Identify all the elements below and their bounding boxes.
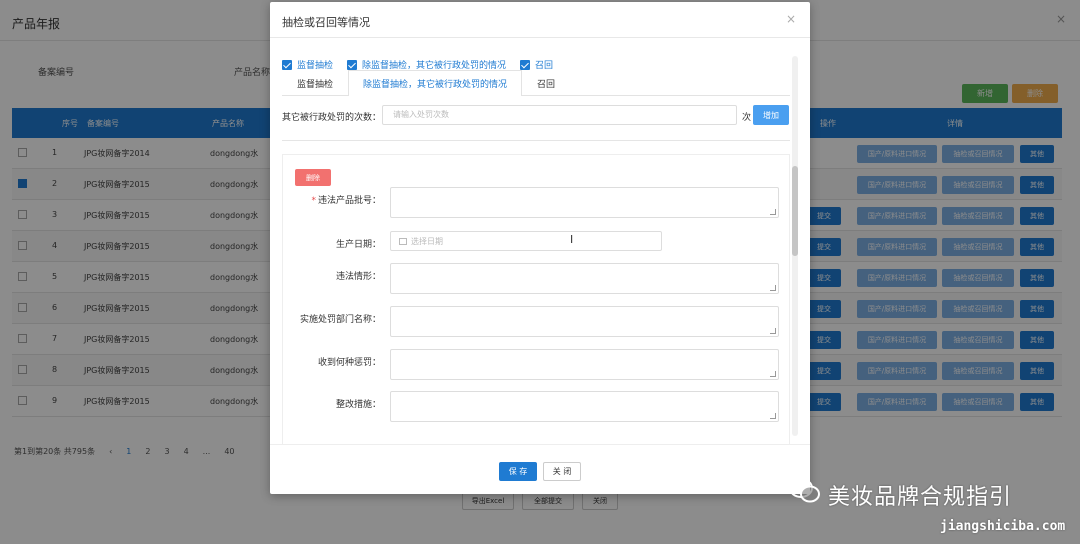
close-button[interactable]: 关 闭 (543, 462, 581, 481)
penalty-times-unit: 次 (742, 113, 752, 123)
measures-textarea[interactable] (390, 391, 779, 422)
add-record-button[interactable]: 增加 (753, 105, 789, 125)
divider (282, 140, 790, 141)
date-placeholder: 选择日期 (411, 236, 443, 246)
situation-textarea[interactable] (390, 263, 779, 294)
tab-penalty[interactable]: 除监督抽检，其它被行政处罚的情况 (348, 70, 523, 96)
delete-record-button[interactable]: 删除 (295, 169, 331, 186)
penalty-textarea[interactable] (390, 349, 779, 380)
wechat-logo-icon (789, 478, 820, 503)
dept-textarea[interactable] (390, 306, 779, 337)
checkbox-icon[interactable] (282, 59, 292, 70)
penalty-times-input[interactable]: 请输入处罚次数 (382, 105, 737, 125)
situation-label: 违法情形： (335, 272, 381, 282)
penalty-record: 删除 * 违法产品批号： 生产日期： 选择日期 I 违法情形： 实施处罚部门名称： (282, 154, 790, 444)
date-label: 生产日期： (335, 240, 381, 250)
checkbox-icon[interactable] (520, 59, 531, 70)
penalty-times-row: 其它被行政处罚的次数： 请输入处罚次数 次 增加 (282, 105, 790, 125)
watermark-text: 美妆品牌合规指引 (828, 485, 1013, 510)
measures-label: 整改措施： (335, 400, 381, 410)
dept-label: 实施处罚部门名称： (299, 315, 381, 325)
modal-body: 监督抽检 除监督抽检，其它被行政处罚的情况 召回 监督抽检 除监督抽检，其它被行… (270, 39, 798, 444)
batch-textarea[interactable] (390, 187, 779, 218)
tab-bar: 监督抽检 除监督抽检，其它被行政处罚的情况 召回 (282, 70, 790, 96)
scroll-thumb[interactable] (792, 166, 798, 256)
inspection-recall-modal: 抽检或召回等情况 × 监督抽检 除监督抽检，其它被行政处罚的情况 召回 监督抽检… (270, 2, 810, 494)
modal-footer: 保 存 关 闭 (270, 444, 810, 494)
tab-recall[interactable]: 召回 (522, 70, 570, 96)
calendar-icon (399, 237, 407, 245)
watermark-url: jiangshiciba.com (940, 519, 1066, 534)
checkbox-icon[interactable] (347, 59, 358, 70)
tab-inspection[interactable]: 监督抽检 (282, 70, 348, 96)
modal-title: 抽检或召回等情况 (282, 16, 370, 29)
date-input[interactable]: 选择日期 (390, 231, 662, 251)
modal-scrollbar[interactable] (792, 56, 798, 436)
close-icon[interactable]: × (786, 12, 796, 26)
text-cursor-icon: I (570, 233, 574, 246)
batch-label: * 违法产品批号： (311, 196, 381, 206)
penalty-label: 收到何种惩罚： (317, 358, 381, 368)
save-button[interactable]: 保 存 (499, 462, 537, 481)
penalty-times-label: 其它被行政处罚的次数： (282, 113, 382, 123)
modal-header: 抽检或召回等情况 × (270, 2, 810, 38)
